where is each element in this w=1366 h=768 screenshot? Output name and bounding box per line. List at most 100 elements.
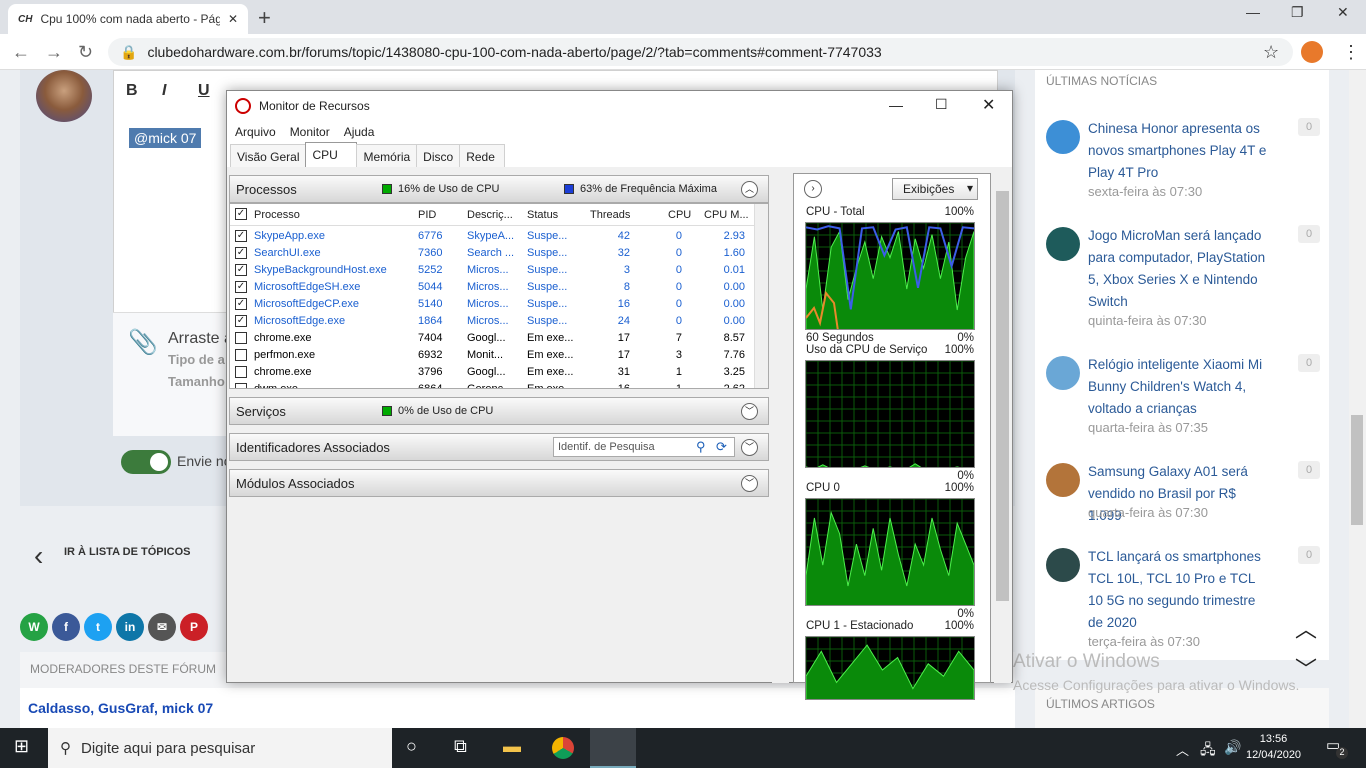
windows-start-icon[interactable]: ⊞ — [14, 736, 29, 757]
col-threads[interactable]: Threads — [590, 209, 630, 221]
twitter-icon[interactable]: t — [84, 613, 112, 641]
email-icon[interactable]: ✉ — [148, 613, 176, 641]
col-description[interactable]: Descriç... — [467, 209, 517, 221]
left-pane-scrollbar[interactable] — [772, 173, 789, 683]
taskbar-search[interactable]: ⚲ Digite aqui para pesquisar — [48, 728, 392, 768]
col-process[interactable]: Processo — [254, 209, 300, 221]
scroll-down-icon[interactable]: ﹀ — [1295, 652, 1317, 684]
chevron-left-icon[interactable]: ‹ — [34, 540, 43, 572]
network-icon[interactable]: 🖧 — [1200, 739, 1216, 763]
row-checkbox[interactable] — [235, 366, 247, 378]
close-icon[interactable]: ✕ — [982, 95, 995, 115]
views-button[interactable]: Exibições ▾ — [892, 178, 978, 200]
menu-ajuda[interactable]: Ajuda — [344, 125, 375, 139]
processes-panel-header[interactable]: Processos 16% de Uso de CPU 63% de Frequ… — [229, 175, 769, 203]
cortana-icon[interactable]: ○ — [406, 736, 417, 757]
close-window-icon[interactable]: ✕ — [1337, 4, 1349, 21]
row-checkbox[interactable] — [235, 332, 247, 344]
table-row[interactable]: ✓ MicrosoftEdge.exe 1864 Micros... Suspe... 2… — [230, 313, 755, 330]
handles-search-input[interactable]: Identif. de Pesquisa — [553, 437, 735, 457]
news-item[interactable]: TCL lançará os smartphones TCL 10L, TCL … — [1046, 546, 1326, 656]
star-icon[interactable]: ☆ — [1263, 42, 1279, 63]
whatsapp-icon[interactable]: W — [20, 613, 48, 641]
news-item[interactable]: Jogo MicroMan será lançado para computad… — [1046, 225, 1326, 335]
row-checkbox[interactable]: ✓ — [235, 230, 247, 242]
processes-scrollbar[interactable] — [754, 204, 768, 388]
table-row[interactable]: chrome.exe 7404 Googl... Em exe... 17 7 8.57 — [230, 330, 755, 347]
chevron-down-icon[interactable]: ﹀ — [741, 439, 758, 456]
select-all-checkbox[interactable]: ✓ — [235, 208, 247, 220]
back-icon[interactable]: ← — [12, 42, 30, 63]
row-checkbox[interactable]: ✓ — [235, 247, 247, 259]
underline-button[interactable]: U — [198, 82, 210, 100]
file-explorer-icon[interactable]: ▬ — [503, 736, 521, 757]
moderators-list[interactable]: Caldasso, GusGraf, mick 07 — [28, 700, 213, 716]
chevron-down-icon[interactable]: ﹀ — [741, 475, 758, 492]
task-view-icon[interactable]: ⧉ — [454, 736, 467, 757]
news-title[interactable]: Jogo MicroMan será lançado para computad… — [1088, 225, 1273, 313]
tab-memory[interactable]: Memória — [356, 144, 418, 167]
restore-icon[interactable]: ❐ — [1291, 4, 1304, 21]
row-checkbox[interactable]: ✓ — [235, 281, 247, 293]
services-panel-header[interactable]: Serviços 0% de Uso de CPU ﹀ — [229, 397, 769, 425]
notify-toggle[interactable] — [121, 450, 171, 474]
menu-arquivo[interactable]: Arquivo — [235, 125, 276, 139]
table-row[interactable]: ✓ MicrosoftEdgeSH.exe 5044 Micros... Suspe..… — [230, 279, 755, 296]
table-row[interactable]: ✓ SkypeApp.exe 6776 SkypeA... Suspe... 42 0 2.9… — [230, 228, 755, 245]
chevron-right-icon[interactable]: › — [804, 180, 822, 198]
minimize-icon[interactable]: — — [1246, 4, 1260, 20]
minimize-icon[interactable]: — — [889, 97, 903, 113]
url-field[interactable]: 🔒 clubedohardware.com.br/forums/topic/14… — [108, 38, 1293, 66]
news-title[interactable]: TCL lançará os smartphones TCL 10L, TCL … — [1088, 546, 1273, 634]
forward-icon[interactable]: → — [45, 42, 63, 63]
search-icon[interactable]: ⚲ — [696, 439, 706, 455]
table-row[interactable]: chrome.exe 3796 Googl... Em exe... 31 1 3.25 — [230, 364, 755, 381]
chrome-icon[interactable] — [552, 737, 574, 759]
tab-disk[interactable]: Disco — [416, 144, 461, 167]
refresh-icon[interactable]: ⟳ — [716, 439, 727, 455]
back-to-topics-link[interactable]: IR À LISTA DE TÓPICOS — [64, 546, 191, 558]
volume-icon[interactable]: 🔊 — [1224, 739, 1241, 756]
chevron-up-icon[interactable]: ︿ — [741, 181, 758, 198]
row-checkbox[interactable]: ✓ — [235, 264, 247, 276]
page-scrollbar-thumb[interactable] — [1351, 415, 1363, 525]
italic-button[interactable]: I — [162, 82, 166, 100]
news-title[interactable]: Relógio inteligente Xiaomi Mi Bunny Chil… — [1088, 354, 1273, 420]
bold-button[interactable]: B — [126, 82, 138, 100]
resmon-taskbar-item[interactable] — [590, 728, 636, 768]
tab-cpu[interactable]: CPU — [305, 142, 358, 167]
profile-avatar[interactable] — [1301, 41, 1323, 63]
scroll-up-icon[interactable]: ︿ — [1295, 612, 1317, 644]
row-checkbox[interactable]: ✓ — [235, 315, 247, 327]
col-cpu-avg[interactable]: CPU M... — [704, 209, 752, 221]
news-title[interactable]: Chinesa Honor apresenta os novos smartph… — [1088, 118, 1273, 184]
tab-overview[interactable]: Visão Geral — [230, 144, 307, 167]
pinterest-icon[interactable]: P — [180, 613, 208, 641]
chevron-up-icon[interactable]: ︿ — [1176, 740, 1189, 759]
menu-icon[interactable]: ⋮ — [1342, 42, 1360, 63]
table-row[interactable]: perfmon.exe 6932 Monit... Em exe... 17 3 7.76 — [230, 347, 755, 364]
facebook-icon[interactable]: f — [52, 613, 80, 641]
news-item[interactable]: Chinesa Honor apresenta os novos smartph… — [1046, 118, 1326, 228]
maximize-icon[interactable]: ☐ — [935, 96, 948, 113]
col-cpu[interactable]: CPU — [668, 209, 691, 221]
close-icon[interactable]: ✕ — [228, 12, 238, 26]
menu-monitor[interactable]: Monitor — [290, 125, 330, 139]
table-row[interactable]: ✓ MicrosoftEdgeCP.exe 5140 Micros... Suspe..… — [230, 296, 755, 313]
mention-tag[interactable]: @mick 07 — [129, 128, 202, 148]
row-checkbox[interactable] — [235, 383, 247, 388]
graphs-scrollbar[interactable] — [994, 173, 1011, 683]
page-scrollbar[interactable] — [1349, 70, 1366, 728]
row-checkbox[interactable]: ✓ — [235, 298, 247, 310]
new-tab-icon[interactable]: + — [258, 5, 271, 31]
handles-panel-header[interactable]: Identificadores Associados Identif. de P… — [229, 433, 769, 461]
tab-network[interactable]: Rede — [459, 144, 506, 167]
col-pid[interactable]: PID — [418, 209, 436, 221]
browser-tab[interactable]: CH Cpu 100% com nada aberto - Pág ✕ — [8, 4, 248, 34]
news-item[interactable]: Relógio inteligente Xiaomi Mi Bunny Chil… — [1046, 354, 1326, 464]
linkedin-icon[interactable]: in — [116, 613, 144, 641]
table-row[interactable]: ✓ SearchUI.exe 7360 Search ... Suspe... 32 0 1.… — [230, 245, 755, 262]
chevron-down-icon[interactable]: ﹀ — [741, 403, 758, 420]
reload-icon[interactable]: ↻ — [78, 42, 93, 63]
clock[interactable]: 13:56 12/04/2020 — [1246, 731, 1301, 763]
